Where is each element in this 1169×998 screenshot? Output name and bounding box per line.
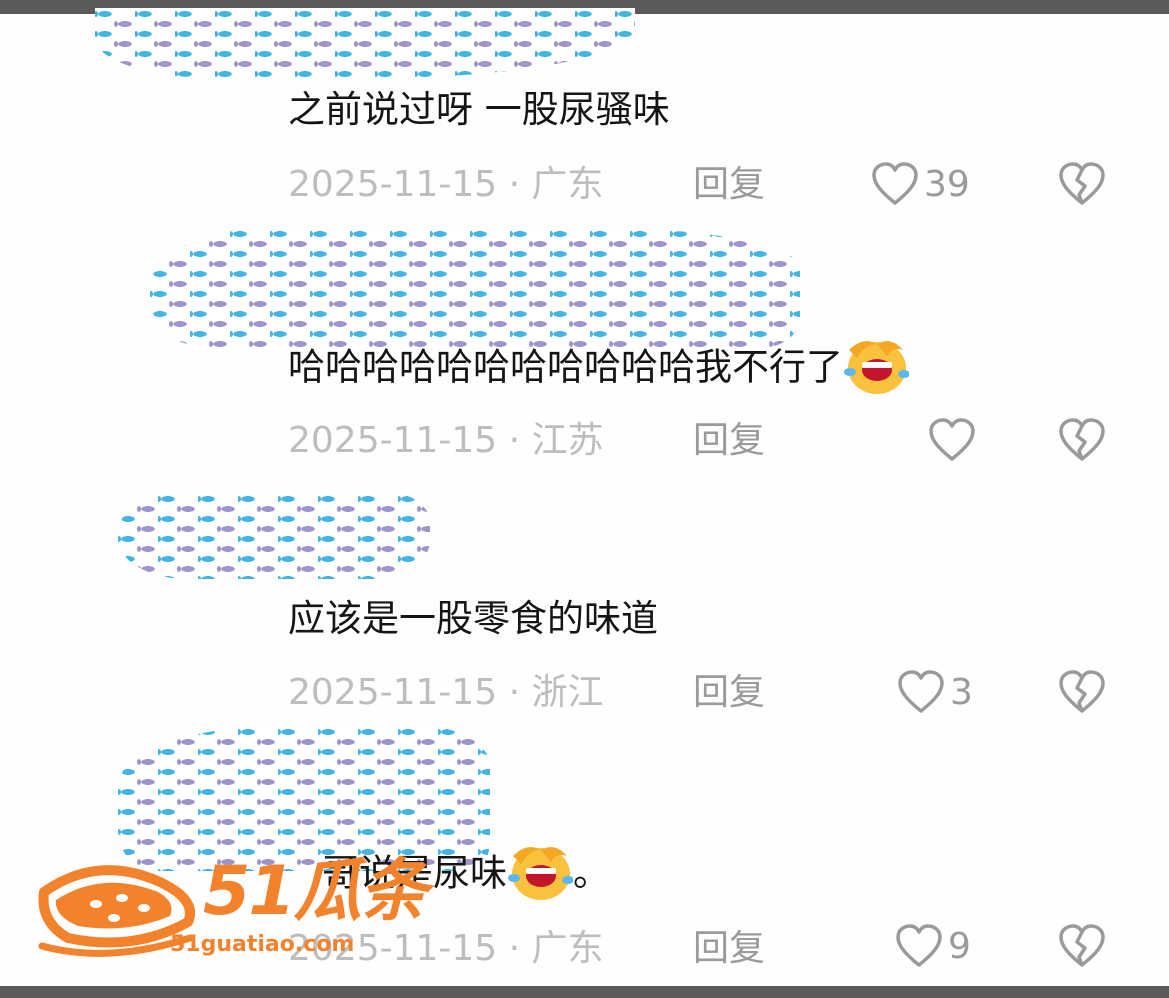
bottom-frame-bar — [0, 986, 1169, 998]
broken-heart-icon[interactable] — [1057, 161, 1107, 209]
comment-text: 哈哈哈哈哈哈哈哈哈哈哈我不行了 — [288, 341, 909, 396]
reply-button[interactable]: 回复 — [693, 163, 765, 207]
heart-outline-icon — [898, 670, 944, 713]
like-count: 3 — [950, 672, 973, 713]
like-button[interactable] — [927, 417, 977, 465]
like-count: 9 — [948, 926, 971, 967]
comment-text-suffix: 。 — [573, 851, 610, 895]
redacted-username-mosaic — [150, 228, 800, 348]
comment-text: 应该是一股零食的味道 — [288, 597, 658, 640]
like-button[interactable]: 9 — [894, 923, 971, 971]
comment-text-body: 哈哈哈哈哈哈哈哈哈哈哈我不行了 — [288, 345, 843, 389]
like-button[interactable]: 39 — [870, 161, 970, 209]
site-watermark: 51瓜条 51guatiao.com — [38, 852, 428, 966]
comment-date-location: 2025-11-15 · 广东 — [288, 164, 604, 205]
broken-heart-icon[interactable] — [1057, 669, 1107, 717]
comment-date-location: 2025-11-15 · 江苏 — [288, 420, 604, 461]
broken-heart-icon[interactable] — [1057, 923, 1107, 971]
watermark-brand-text: 51瓜条 — [203, 852, 428, 931]
watermark-domain-text: 51guatiao.com — [170, 932, 355, 957]
reply-button[interactable]: 回复 — [693, 671, 765, 715]
like-button[interactable]: 3 — [896, 669, 973, 717]
laughing-emoji-icon — [844, 341, 909, 394]
laughing-emoji-icon — [508, 847, 573, 900]
comment-date-location: 2025-11-15 · 浙江 — [288, 672, 604, 713]
heart-outline-icon — [896, 924, 942, 967]
like-count: 39 — [924, 164, 970, 205]
redacted-username-mosaic — [95, 8, 635, 78]
reply-button[interactable]: 回复 — [693, 927, 765, 971]
broken-heart-icon[interactable] — [1057, 417, 1107, 465]
heart-outline-icon — [929, 418, 975, 461]
comment-text: 之前说过呀 一股尿骚味 — [288, 88, 670, 131]
redacted-username-mosaic — [118, 493, 430, 579]
heart-outline-icon — [872, 162, 918, 205]
reply-button[interactable]: 回复 — [693, 419, 765, 463]
